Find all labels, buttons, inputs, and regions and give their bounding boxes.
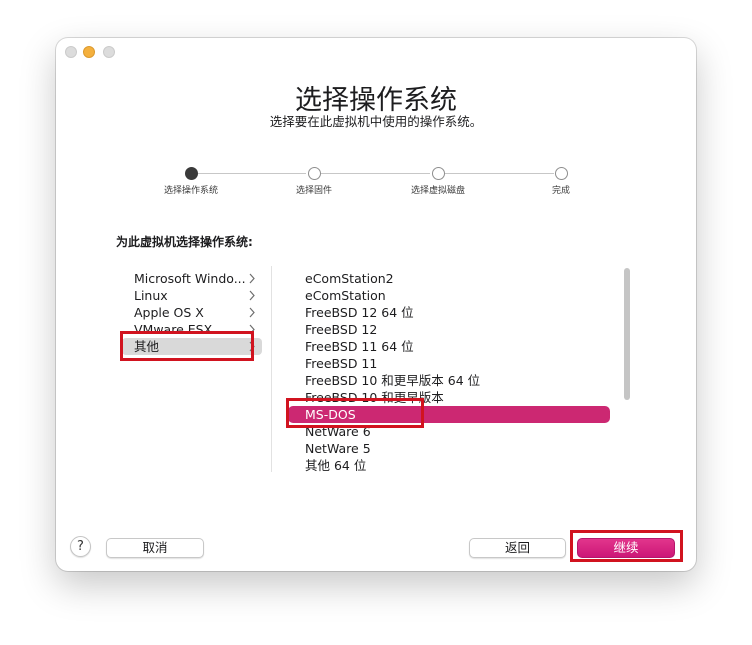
os-version-item[interactable]: 其他 64 位 <box>288 457 610 474</box>
help-button[interactable]: ? <box>70 536 91 557</box>
os-version-item[interactable]: FreeBSD 11 64 位 <box>288 338 610 355</box>
os-version-label: FreeBSD 12 64 位 <box>305 305 414 320</box>
os-family-label: 其他 <box>134 339 160 354</box>
os-version-scrollbar[interactable] <box>621 266 633 474</box>
step-connector <box>321 173 430 174</box>
os-family-label: Linux <box>134 288 168 303</box>
close-window-button[interactable] <box>65 46 77 58</box>
os-family-list: Microsoft Windo... Linux Apple OS X VMwa… <box>116 266 266 476</box>
os-version-label: eComStation2 <box>305 271 394 286</box>
step-dot-choose-disk <box>432 167 445 180</box>
os-version-item[interactable]: FreeBSD 10 和更早版本 <box>288 389 610 406</box>
chevron-right-icon <box>249 341 255 352</box>
os-version-label: FreeBSD 11 <box>305 356 378 371</box>
new-vm-assistant-window: 选择操作系统 选择要在此虚拟机中使用的操作系统。 选择操作系统 选择固件 选择虚… <box>56 38 696 571</box>
os-version-label: NetWare 5 <box>305 441 371 456</box>
chevron-right-icon <box>249 273 255 284</box>
column-divider <box>271 266 272 472</box>
os-version-item[interactable]: eComStation <box>288 287 610 304</box>
scrollbar-thumb[interactable] <box>624 268 630 400</box>
os-version-item-selected[interactable]: MS-DOS <box>288 406 610 423</box>
step-label-choose-firmware: 选择固件 <box>295 186 332 196</box>
os-version-label: FreeBSD 10 和更早版本 64 位 <box>305 373 481 388</box>
cancel-button[interactable]: 取消 <box>106 538 204 558</box>
os-version-label: FreeBSD 12 <box>305 322 378 337</box>
os-version-item[interactable]: NetWare 6 <box>288 423 610 440</box>
os-family-item-linux[interactable]: Linux <box>116 287 261 304</box>
step-dot-choose-firmware <box>308 167 321 180</box>
os-family-item-windows[interactable]: Microsoft Windo... <box>116 270 261 287</box>
os-family-item-other[interactable]: 其他 <box>122 338 262 355</box>
page-subtitle: 选择要在此虚拟机中使用的操作系统。 <box>269 114 483 129</box>
os-section-label: 为此虚拟机选择操作系统: <box>116 235 253 249</box>
os-version-item[interactable]: NetWare 5 <box>288 440 610 457</box>
step-dot-finish <box>555 167 568 180</box>
step-label-choose-disk: 选择虚拟磁盘 <box>410 186 465 196</box>
os-family-label: Apple OS X <box>134 305 204 320</box>
continue-button[interactable]: 继续 <box>577 538 675 558</box>
os-version-label: FreeBSD 11 64 位 <box>305 339 414 354</box>
step-label-finish: 完成 <box>551 186 570 196</box>
os-family-label: VMware ESX <box>134 322 213 337</box>
os-version-label: MS-DOS <box>305 407 356 422</box>
step-connector <box>445 173 554 174</box>
step-connector <box>198 173 306 174</box>
os-version-item[interactable]: FreeBSD 11 <box>288 355 610 372</box>
os-version-label: NetWare 6 <box>305 424 371 439</box>
chevron-right-icon <box>249 324 255 335</box>
os-version-label: eComStation <box>305 288 386 303</box>
os-version-item[interactable]: FreeBSD 12 64 位 <box>288 304 610 321</box>
step-label-choose-os: 选择操作系统 <box>163 186 218 196</box>
chevron-right-icon <box>249 307 255 318</box>
os-version-item[interactable]: eComStation2 <box>288 270 610 287</box>
back-button[interactable]: 返回 <box>469 538 566 558</box>
os-version-label: 其他 64 位 <box>305 458 367 473</box>
step-dot-choose-os <box>185 167 198 180</box>
os-version-item[interactable]: FreeBSD 12 <box>288 321 610 338</box>
os-family-item-vmware-esx[interactable]: VMware ESX <box>116 321 261 338</box>
os-version-label: FreeBSD 10 和更早版本 <box>305 390 444 405</box>
minimize-window-button[interactable] <box>83 46 95 58</box>
zoom-window-button[interactable] <box>103 46 115 58</box>
os-family-label: Microsoft Windo... <box>134 271 246 286</box>
os-family-item-apple-os-x[interactable]: Apple OS X <box>116 304 261 321</box>
os-version-item[interactable]: FreeBSD 10 和更早版本 64 位 <box>288 372 610 389</box>
chevron-right-icon <box>249 290 255 301</box>
os-version-list[interactable]: eComStation2 eComStation FreeBSD 12 64 位… <box>288 266 616 474</box>
